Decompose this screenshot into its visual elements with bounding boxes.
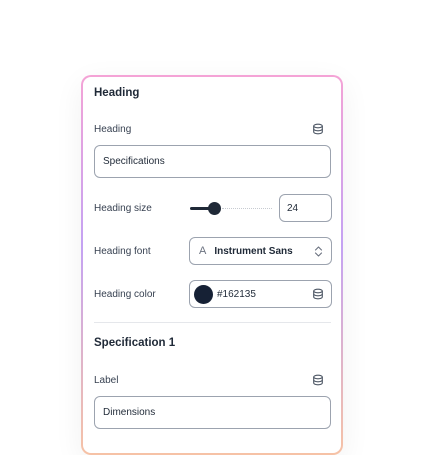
heading-size-slider[interactable]	[190, 201, 272, 215]
label-input[interactable]: Dimensions	[94, 396, 331, 429]
section-divider	[94, 322, 331, 323]
heading-label: Heading	[94, 124, 132, 135]
settings-panel-border: Heading Heading Specifications Heading s…	[81, 75, 343, 455]
heading-section-title: Heading	[94, 87, 140, 99]
label-label: Label	[94, 375, 119, 386]
font-icon: A	[199, 245, 207, 257]
slider-track-rest	[222, 208, 272, 209]
heading-font-select[interactable]: A Instrument Sans	[189, 237, 332, 265]
heading-color-value: #162135	[217, 288, 256, 300]
chevron-up-down-icon	[314, 245, 323, 258]
heading-size-input[interactable]: 24	[279, 194, 332, 222]
color-swatch[interactable]	[194, 284, 213, 304]
heading-color-field[interactable]: #162135	[189, 280, 332, 308]
settings-panel: Heading Heading Specifications Heading s…	[83, 77, 341, 453]
database-icon[interactable]	[312, 288, 324, 300]
database-icon[interactable]	[312, 123, 324, 135]
slider-thumb[interactable]	[208, 202, 221, 215]
heading-font-label: Heading font	[94, 246, 151, 257]
heading-input[interactable]: Specifications	[94, 145, 331, 178]
database-icon[interactable]	[312, 374, 324, 386]
specification-section-title: Specification 1	[94, 337, 176, 349]
heading-font-value: Instrument Sans	[214, 245, 293, 257]
heading-size-label: Heading size	[94, 203, 152, 214]
heading-color-label: Heading color	[94, 289, 156, 300]
